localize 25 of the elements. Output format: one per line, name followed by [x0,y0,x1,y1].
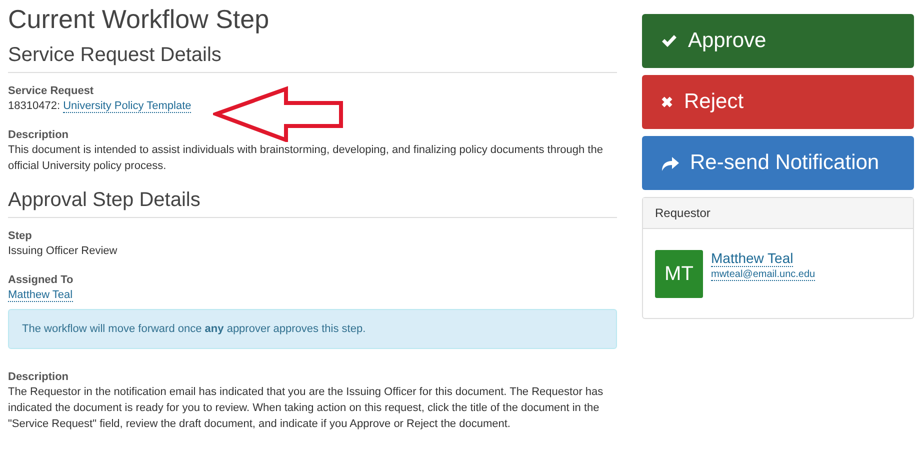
panel-heading: Requestor [643,198,913,229]
requestor-name-link[interactable]: Matthew Teal [711,250,794,267]
document-link[interactable]: University Policy Template [63,100,192,113]
avatar: MT [655,250,703,298]
section-heading: Approval Step Details [8,188,617,218]
request-number: 18310472: [8,100,60,112]
description-text: The Requestor in the notification email has indicated that you are the Issuing Officer for this document. The Requestor has indicated the document is ready for you to review. When taking action on this request, click the title of the document in the "Service Request" field, review the draft document, and indicate if you Approve or Reject the document. [8,385,604,432]
section-heading: Service Request Details [8,43,617,73]
field-label: Description [8,370,70,384]
resend-button[interactable]: Re-send Notification [642,136,914,190]
reject-button[interactable]: Reject [642,75,914,129]
field-value: Issuing Officer Review [8,244,118,259]
field-label: Assigned To [8,273,74,287]
field-label: Description [8,128,70,142]
check-icon [660,33,678,49]
page-title: Current Workflow Step [8,4,270,34]
description-text: This document is intended to assist individuals with brainstorming, developing, and finalizing policy documents through the official University policy process. [8,143,604,174]
forward-arrow-icon [660,154,680,172]
approve-button[interactable]: Approve [642,14,914,68]
field-label: Service Request [8,84,95,98]
assignee-link[interactable]: Matthew Teal [8,289,73,302]
close-icon [660,95,674,109]
info-alert: The workflow will move forward once any approver approves this step. [8,309,617,349]
email-link[interactable]: mwteal@email.unc.edu [711,269,816,281]
field-label: Step [8,229,33,243]
